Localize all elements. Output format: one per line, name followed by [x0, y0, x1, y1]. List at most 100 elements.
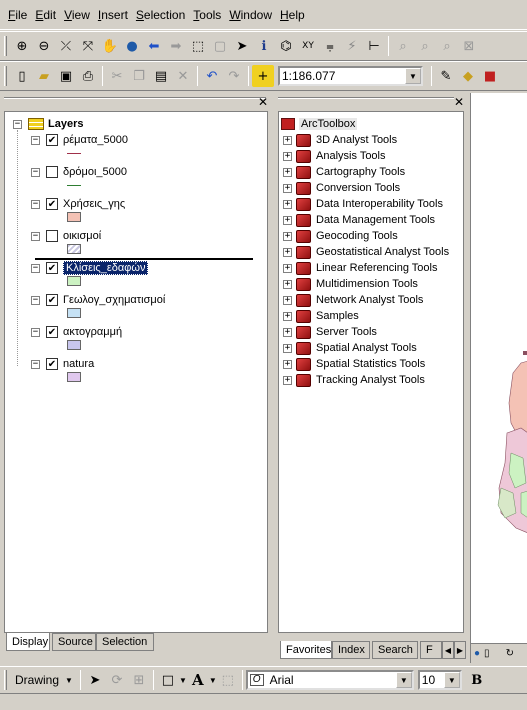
toolbar-grip[interactable]	[4, 670, 7, 690]
select-features-icon[interactable]: ⬚	[187, 35, 209, 57]
back-arrow-icon[interactable]: ⬅	[143, 35, 165, 57]
layer-visibility-checkbox[interactable]: ✔	[46, 262, 58, 274]
arctoolbox-icon[interactable]: ■	[479, 65, 501, 87]
layer-item[interactable]: − ✔ Κλίσεις_εδαφών	[31, 260, 149, 276]
expand-icon[interactable]: +	[283, 375, 292, 385]
toolbox-item[interactable]: + Linear Referencing Tools	[283, 260, 437, 276]
layout-view-icon[interactable]: ▯	[484, 648, 490, 659]
clear-selection-icon[interactable]: ▢	[209, 35, 231, 57]
menu-file[interactable]: File	[4, 0, 31, 30]
zoom-to-element-icon[interactable]: ⊞	[128, 669, 150, 691]
map-scale-combo[interactable]: 1:186.077 ▼	[278, 66, 423, 86]
toolbox-item[interactable]: + Multidimension Tools	[283, 276, 418, 292]
undo-icon[interactable]: ↶	[201, 65, 223, 87]
hyperlink-icon[interactable]: ⚡	[341, 35, 363, 57]
expand-icon[interactable]: +	[283, 151, 292, 161]
tab-search[interactable]: Search	[372, 641, 418, 659]
tab-scroll-left[interactable]: ◀	[442, 641, 454, 659]
full-extent-globe-icon[interactable]: ●	[121, 35, 143, 57]
layer-visibility-checkbox[interactable]	[46, 166, 58, 178]
forward-arrow-icon[interactable]: ➡	[165, 35, 187, 57]
menu-window[interactable]: Window	[225, 0, 276, 30]
toolbar-grip[interactable]	[4, 36, 7, 56]
cut-icon[interactable]: ✂	[106, 65, 128, 87]
new-document-icon[interactable]: ▯	[11, 65, 33, 87]
data-view-globe-icon[interactable]: ●	[474, 648, 480, 659]
layer-item[interactable]: − ✔ Χρήσεις_γης	[31, 196, 125, 212]
pan-hand-icon[interactable]: ✋	[99, 35, 121, 57]
tab-selection[interactable]: Selection	[96, 633, 154, 651]
layers-root[interactable]: − Layers	[13, 116, 83, 132]
collapse-icon[interactable]: −	[13, 119, 22, 129]
identify-icon[interactable]: ℹ	[253, 35, 275, 57]
editor-tool-icon[interactable]: ⌕	[392, 35, 414, 57]
layer-visibility-checkbox[interactable]: ✔	[46, 134, 58, 146]
edit-vertices-icon[interactable]: ⌕	[414, 35, 436, 57]
collapse-icon[interactable]: −	[31, 199, 40, 209]
arctoolbox-root[interactable]: ArcToolbox	[281, 116, 358, 132]
layer-item[interactable]: − οικισμοί	[31, 228, 101, 244]
overflow-icon[interactable]: ⊠	[458, 35, 480, 57]
font-family-combo[interactable]: O Arial ▼	[245, 670, 414, 690]
toolbox-item[interactable]: + Spatial Analyst Tools	[283, 340, 417, 356]
copy-icon[interactable]: ❐	[128, 65, 150, 87]
expand-icon[interactable]: +	[283, 247, 292, 257]
layer-item[interactable]: − δρόμοι_5000	[31, 164, 127, 180]
expand-icon[interactable]: +	[283, 183, 292, 193]
collapse-icon[interactable]: −	[31, 327, 40, 337]
open-folder-icon[interactable]: ▰	[33, 65, 55, 87]
layer-visibility-checkbox[interactable]: ✔	[46, 294, 58, 306]
select-elements-arrow-icon[interactable]: ➤	[231, 35, 253, 57]
toolbox-item[interactable]: + Server Tools	[283, 324, 377, 340]
close-icon[interactable]: ✕	[454, 95, 464, 109]
time-slider-icon[interactable]: ⊢	[363, 35, 385, 57]
paste-icon[interactable]: ▤	[150, 65, 172, 87]
menu-edit[interactable]: Edit	[31, 0, 60, 30]
refresh-icon[interactable]: ↻	[506, 648, 514, 659]
chevron-down-icon[interactable]: ▼	[209, 676, 217, 685]
toolbox-item[interactable]: + Geocoding Tools	[283, 228, 398, 244]
menu-insert[interactable]: Insert	[94, 0, 132, 30]
chevron-down-icon[interactable]: ▼	[443, 672, 460, 688]
toolbox-item[interactable]: + Samples	[283, 308, 359, 324]
map-view[interactable]: ● ▯ ↻	[470, 93, 527, 663]
layer-item[interactable]: − ✔ ρέματα_5000	[31, 132, 128, 148]
menu-tools[interactable]: Tools	[189, 0, 225, 30]
toolbox-item[interactable]: + Conversion Tools	[283, 180, 400, 196]
save-icon[interactable]: ▣	[55, 65, 77, 87]
layer-visibility-checkbox[interactable]: ✔	[46, 358, 58, 370]
collapse-icon[interactable]: −	[31, 167, 40, 177]
tab-favorites[interactable]: Favorites	[280, 641, 332, 659]
edit-vertices-icon[interactable]: ⬚	[217, 669, 239, 691]
fixed-zoom-out-icon[interactable]: ⤧	[77, 35, 99, 57]
menu-selection[interactable]: Selection	[132, 0, 189, 30]
tab-index[interactable]: Index	[332, 641, 370, 659]
delete-icon[interactable]: ✕	[172, 65, 194, 87]
add-data-icon[interactable]: +	[252, 65, 274, 87]
menu-help[interactable]: Help	[276, 0, 309, 30]
drawing-menu-button[interactable]: Drawing ▼	[11, 673, 77, 687]
expand-icon[interactable]: +	[283, 263, 292, 273]
reshape-icon[interactable]: ⌕	[436, 35, 458, 57]
collapse-icon[interactable]: −	[31, 231, 40, 241]
toolbox-item[interactable]: + Geostatistical Analyst Tools	[283, 244, 449, 260]
find-binoculars-icon[interactable]: ⌬	[275, 35, 297, 57]
go-to-xy-icon[interactable]: XY	[297, 35, 319, 57]
font-size-combo[interactable]: 10 ▼	[417, 670, 462, 690]
expand-icon[interactable]: +	[283, 343, 292, 353]
layer-visibility-checkbox[interactable]: ✔	[46, 198, 58, 210]
expand-icon[interactable]: +	[283, 215, 292, 225]
menu-view[interactable]: View	[60, 0, 94, 30]
rectangle-icon[interactable]: □	[157, 669, 179, 691]
layer-item[interactable]: − ✔ natura	[31, 356, 94, 372]
zoom-out-icon[interactable]: ⊖	[33, 35, 55, 57]
fixed-zoom-in-icon[interactable]: ⤫	[55, 35, 77, 57]
toolbox-item[interactable]: + Cartography Tools	[283, 164, 405, 180]
collapse-icon[interactable]: −	[31, 263, 40, 273]
tab-display[interactable]: Display	[6, 633, 50, 651]
zoom-in-icon[interactable]: ⊕	[11, 35, 33, 57]
layer-visibility-checkbox[interactable]: ✔	[46, 326, 58, 338]
text-tool-icon[interactable]: A	[187, 669, 209, 691]
expand-icon[interactable]: +	[283, 135, 292, 145]
close-icon[interactable]: ✕	[258, 95, 268, 109]
